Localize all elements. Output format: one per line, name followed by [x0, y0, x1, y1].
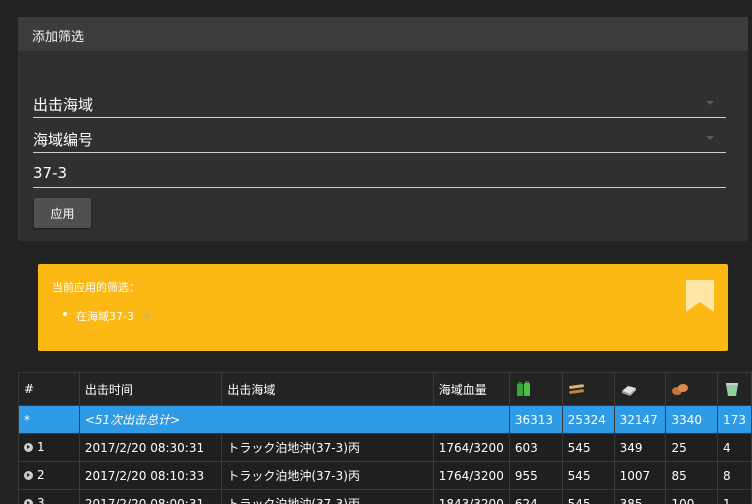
summary-steel: 32147: [613, 405, 667, 434]
summary-bauxite: 3340: [665, 405, 719, 434]
filter-panel: 添加筛选 出击海域 海域编号 37-3 应用: [18, 17, 748, 241]
row-ammo: 545: [561, 433, 615, 462]
sortie-table: # 出击时间 出击海域 海域血量 * <51次出击总计> 36313 25324…: [18, 372, 752, 504]
row-no: 3: [37, 496, 45, 504]
sea-area-select-value: 出击海域: [33, 96, 94, 114]
row-sea: トラック泊地沖(37-3)丙: [221, 489, 434, 504]
chevron-down-icon: [706, 136, 714, 140]
row-ammo: 545: [561, 461, 615, 490]
steel-icon: [621, 386, 636, 396]
row-time: 2017/2/20 08:00:31: [78, 489, 223, 504]
summary-row[interactable]: * <51次出击总计> 36313 25324 32147 3340 173: [18, 405, 752, 434]
fuel-icon: [516, 381, 530, 396]
summary-label: <51次出击总计>: [78, 405, 510, 434]
summary-fuel: 36313: [508, 405, 563, 434]
row-hp: 1843/3200: [432, 489, 510, 504]
row-fuel: 955: [508, 461, 563, 490]
sea-number-input-value: 37-3: [33, 164, 68, 182]
column-header-no[interactable]: #: [18, 372, 80, 406]
active-filter-title: 当前应用的筛选：: [52, 281, 140, 294]
active-filter-alert: 当前应用的筛选： 在海域37-3 ✖: [38, 264, 728, 351]
summary-ammo: 25324: [561, 405, 615, 434]
bucket-icon: [726, 383, 739, 396]
row-sea: トラック泊地沖(37-3)丙: [221, 433, 434, 462]
apply-button[interactable]: 应用: [34, 198, 91, 228]
row-steel: 349: [613, 433, 667, 462]
row-bauxite: 85: [665, 461, 719, 490]
row-time: 2017/2/20 08:10:33: [78, 461, 223, 490]
row-sea: トラック泊地沖(37-3)丙: [221, 461, 434, 490]
sea-number-input[interactable]: 37-3: [33, 160, 726, 188]
remove-filter-icon[interactable]: ✖: [143, 311, 151, 322]
table-header-row: # 出击时间 出击海域 海域血量: [18, 372, 752, 406]
column-header-sea[interactable]: 出击海域: [221, 372, 434, 406]
summary-no: *: [18, 405, 80, 434]
row-bucket: 1: [717, 489, 752, 504]
row-no: 1: [37, 440, 45, 455]
table-row[interactable]: 3 2017/2/20 08:00:31 トラック泊地沖(37-3)丙 1843…: [18, 489, 752, 504]
bookmark-icon: [686, 280, 714, 312]
active-filter-label: 在海域37-3: [76, 310, 134, 323]
expand-row-icon[interactable]: [24, 498, 33, 504]
ammo-icon: [568, 384, 584, 394]
row-hp: 1764/3200: [432, 461, 510, 490]
bauxite-icon: [672, 384, 689, 395]
column-header-bauxite[interactable]: [665, 372, 719, 406]
row-no: 2: [37, 468, 45, 483]
chevron-down-icon: [706, 101, 714, 105]
row-bauxite: 25: [665, 433, 719, 462]
summary-bucket: 173: [717, 405, 752, 434]
row-bucket: 4: [717, 433, 752, 462]
column-header-hp[interactable]: 海域血量: [432, 372, 510, 406]
row-fuel: 624: [508, 489, 563, 504]
filter-panel-title: 添加筛选: [18, 17, 748, 51]
table-row[interactable]: 1 2017/2/20 08:30:31 トラック泊地沖(37-3)丙 1764…: [18, 433, 752, 462]
sea-area-select[interactable]: 出击海域: [33, 90, 726, 118]
table-row[interactable]: 2 2017/2/20 08:10:33 トラック泊地沖(37-3)丙 1764…: [18, 461, 752, 490]
column-header-ammo[interactable]: [561, 372, 615, 406]
sea-number-select-value: 海域编号: [33, 131, 94, 149]
row-steel: 385: [613, 489, 667, 504]
row-ammo: 545: [561, 489, 615, 504]
row-bucket: 8: [717, 461, 752, 490]
row-fuel: 603: [508, 433, 563, 462]
bullet-icon: [63, 312, 67, 316]
expand-row-icon[interactable]: [24, 470, 33, 480]
expand-row-icon[interactable]: [24, 442, 33, 452]
sea-number-select[interactable]: 海域编号: [33, 125, 726, 153]
column-header-time[interactable]: 出击时间: [78, 372, 223, 406]
active-filter-item: 在海域37-3 ✖: [63, 308, 151, 324]
row-hp: 1764/3200: [432, 433, 510, 462]
row-steel: 1007: [613, 461, 667, 490]
column-header-fuel[interactable]: [508, 372, 563, 406]
row-bauxite: 100: [665, 489, 719, 504]
row-time: 2017/2/20 08:30:31: [78, 433, 223, 462]
column-header-bucket[interactable]: [717, 372, 752, 406]
column-header-steel[interactable]: [613, 372, 667, 406]
